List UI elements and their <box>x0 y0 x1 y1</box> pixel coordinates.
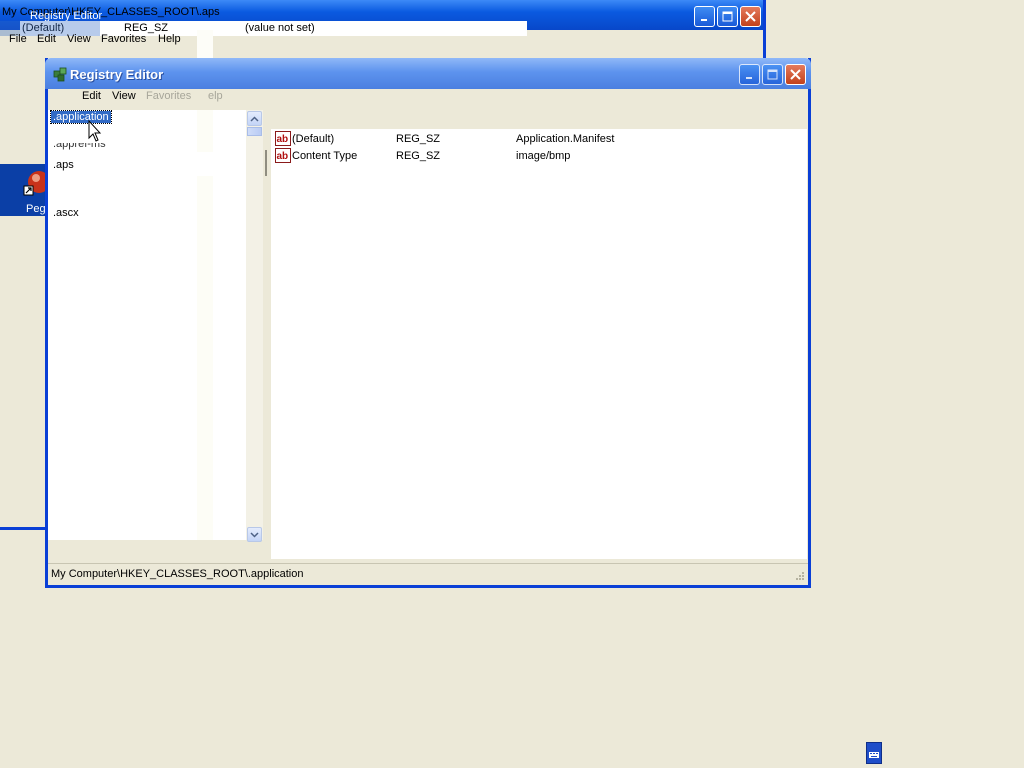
mouse-cursor-icon <box>88 120 102 142</box>
minimize-icon <box>745 76 752 79</box>
bg-menu-favorites[interactable]: Favorites <box>101 33 146 45</box>
bg-menu-edit[interactable]: Edit <box>37 33 56 45</box>
registry-editor-icon <box>53 67 67 82</box>
bg-close-button[interactable] <box>740 6 761 27</box>
values-list-pane[interactable] <box>271 129 807 559</box>
value-row[interactable]: ab Content Type REG_SZ image/bmp <box>274 148 804 164</box>
value-data: image/bmp <box>516 150 571 162</box>
bg-menu-file[interactable]: File <box>9 33 27 45</box>
tree-scrollbar[interactable] <box>246 110 263 540</box>
menu-favorites[interactable]: Favorites <box>146 90 191 102</box>
menu-view[interactable]: View <box>112 90 136 102</box>
bg-maximize-button[interactable] <box>717 6 738 27</box>
minimize-button[interactable] <box>739 64 760 85</box>
value-type: REG_SZ <box>396 150 441 162</box>
close-button[interactable] <box>785 64 806 85</box>
value-row[interactable]: ab (Default) REG_SZ Application.Manifest <box>274 131 804 147</box>
tree-item-ascx[interactable]: .ascx <box>51 207 81 219</box>
resize-grip-icon[interactable] <box>795 571 805 581</box>
background-value-data: (value not set) <box>245 22 315 34</box>
close-icon <box>745 11 756 22</box>
keyboard-tray-icon[interactable] <box>866 742 882 764</box>
value-type: REG_SZ <box>396 133 441 145</box>
bg-menu-view[interactable]: View <box>67 33 91 45</box>
svg-text:ab: ab <box>277 134 289 145</box>
window-title: Registry Editor <box>70 67 164 82</box>
maximize-icon <box>767 69 778 80</box>
value-data: Application.Manifest <box>516 133 615 145</box>
tree-scroll-down-button[interactable] <box>247 527 262 542</box>
svg-text:ab: ab <box>277 151 289 162</box>
tree-item-appref-ms[interactable]: .appref-ms <box>51 143 108 152</box>
tree-item-aps[interactable]: .aps <box>51 159 245 171</box>
menu-edit[interactable]: Edit <box>82 90 101 102</box>
tree-scroll-up-button[interactable] <box>247 111 262 126</box>
splitter-grip <box>265 150 267 176</box>
status-path: My Computer\HKEY_CLASSES_ROOT\.applicati… <box>51 568 304 580</box>
bg-minimize-button[interactable] <box>694 6 715 27</box>
keyboard-icon <box>869 752 879 758</box>
pane-splitter[interactable] <box>263 110 271 560</box>
bg-menu-help[interactable]: Help <box>158 33 181 45</box>
maximize-icon <box>722 11 733 22</box>
value-name: Content Type <box>292 150 358 162</box>
desktop-icon-label[interactable]: Peg <box>26 203 46 215</box>
chevron-down-icon <box>250 531 259 538</box>
reg-string-icon: ab <box>275 131 291 146</box>
minimize-icon <box>700 18 707 21</box>
chevron-up-icon <box>250 115 259 122</box>
tree-scroll-thumb[interactable] <box>247 127 262 136</box>
value-name: (Default) <box>292 133 335 145</box>
maximize-button[interactable] <box>762 64 783 85</box>
reg-string-icon: ab <box>275 148 291 163</box>
menu-help[interactable]: elp <box>208 90 223 102</box>
close-icon <box>790 69 801 80</box>
